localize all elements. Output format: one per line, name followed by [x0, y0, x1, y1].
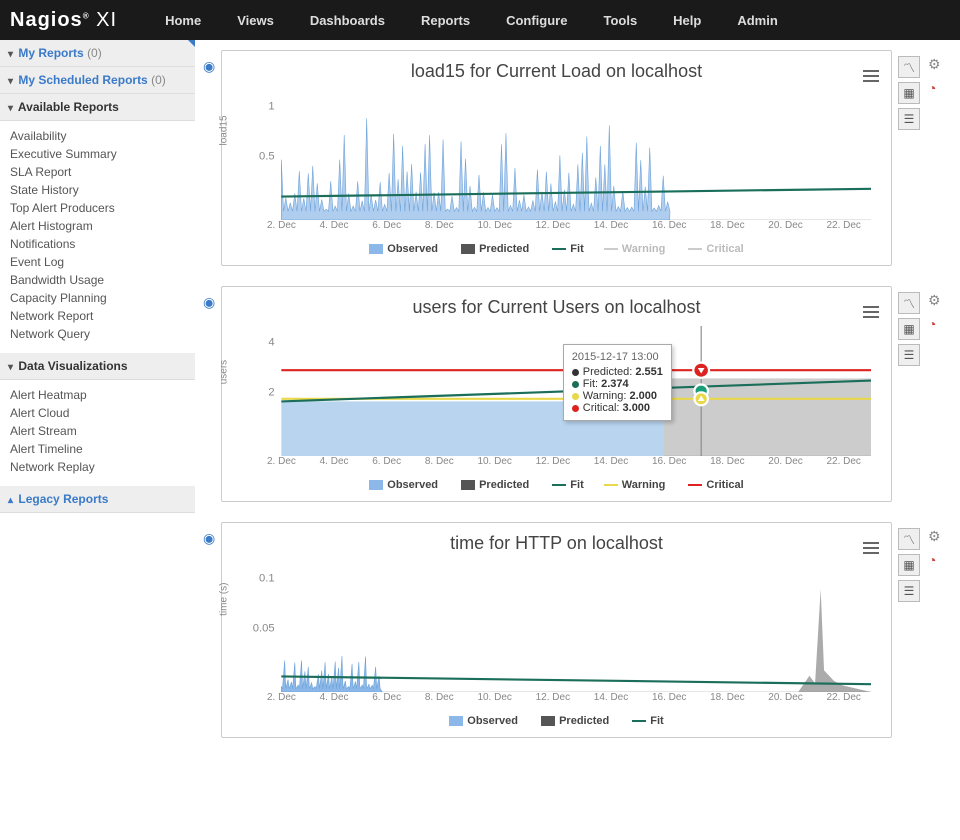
brand-name: Nagios: [10, 9, 83, 31]
chart-title: users for Current Users on localhost: [232, 297, 881, 318]
sidebar-item-alert-stream[interactable]: Alert Stream: [10, 422, 185, 440]
chart-list-icon[interactable]: ☰: [898, 344, 920, 366]
x-axis-ticks: 2. Dec4. Dec6. Dec8. Dec10. Dec12. Dec14…: [267, 220, 861, 231]
chart-type-icon[interactable]: 〽: [898, 56, 920, 78]
chart-type-icon[interactable]: 〽: [898, 528, 920, 550]
sidebar-available-reports[interactable]: ▾ Available Reports: [0, 94, 195, 121]
chart-export-icon[interactable]: ▦: [898, 82, 920, 104]
chart-tooltip: 2015-12-17 13:00 Predicted: 2.551 Fit: 2…: [563, 344, 672, 421]
chart-add-icon[interactable]: ◔: [928, 80, 946, 98]
chart-title: load15 for Current Load on localhost: [232, 61, 881, 82]
chart-list-icon[interactable]: ☰: [898, 580, 920, 602]
chart-side-icons: 〽 ▦ ☰: [892, 286, 924, 502]
sidebar: ▾ My Reports (0) ▾ My Scheduled Reports …: [0, 40, 195, 768]
svg-text:2: 2: [268, 386, 274, 398]
chart-menu-icon[interactable]: [863, 539, 879, 557]
chart-right-tools: ⚙ ◔: [924, 522, 952, 738]
chart-list-icon[interactable]: ☰: [898, 108, 920, 130]
sidebar-item-alert-histogram[interactable]: Alert Histogram: [10, 217, 185, 235]
gear-icon[interactable]: ⚙: [928, 292, 946, 310]
y-axis-label: users: [219, 360, 230, 384]
svg-text:1: 1: [268, 101, 274, 113]
chart-menu-icon[interactable]: [863, 303, 879, 321]
chart-anchor-icon[interactable]: ◉: [203, 294, 215, 310]
logo: Nagios® XI: [10, 9, 117, 32]
dataviz-list: Alert HeatmapAlert CloudAlert StreamAler…: [0, 380, 195, 486]
chart-plot[interactable]: time (s) 0.10.05: [242, 562, 871, 692]
svg-text:4: 4: [268, 337, 274, 349]
available-reports-list: AvailabilityExecutive SummarySLA ReportS…: [0, 121, 195, 353]
nav-admin[interactable]: Admin: [719, 13, 795, 28]
y-axis-label: time (s): [219, 582, 230, 615]
nav-configure[interactable]: Configure: [488, 13, 585, 28]
top-nav: Nagios® XI HomeViewsDashboardsReportsCon…: [0, 0, 960, 40]
chart-export-icon[interactable]: ▦: [898, 318, 920, 340]
sidebar-my-scheduled-reports[interactable]: ▾ My Scheduled Reports (0): [0, 67, 195, 94]
nav-home[interactable]: Home: [147, 13, 219, 28]
chart-side-icons: 〽 ▦ ☰: [892, 522, 924, 738]
sidebar-my-reports[interactable]: ▾ My Reports (0): [0, 40, 195, 67]
sidebar-item-network-replay[interactable]: Network Replay: [10, 458, 185, 476]
sidebar-item-alert-cloud[interactable]: Alert Cloud: [10, 404, 185, 422]
chart-plot[interactable]: load15 10.5: [242, 90, 871, 220]
chart-add-icon[interactable]: ◔: [928, 316, 946, 334]
sidebar-item-top-alert-producers[interactable]: Top Alert Producers: [10, 199, 185, 217]
sidebar-item-notifications[interactable]: Notifications: [10, 235, 185, 253]
y-axis-label: load15: [219, 115, 230, 145]
sidebar-item-capacity-planning[interactable]: Capacity Planning: [10, 289, 185, 307]
chart-type-icon[interactable]: 〽: [898, 292, 920, 314]
chart-right-tools: ⚙ ◔: [924, 286, 952, 502]
sidebar-item-state-history[interactable]: State History: [10, 181, 185, 199]
sidebar-item-event-log[interactable]: Event Log: [10, 253, 185, 271]
gear-icon[interactable]: ⚙: [928, 528, 946, 546]
sidebar-legacy-reports[interactable]: ▴ Legacy Reports: [0, 486, 195, 513]
chart-panel: load15 for Current Load on localhost loa…: [221, 50, 892, 266]
chart-panel: users for Current Users on localhost use…: [221, 286, 892, 502]
chart-export-icon[interactable]: ▦: [898, 554, 920, 576]
chart-anchor-icon[interactable]: ◉: [203, 58, 215, 74]
chart-panel: time for HTTP on localhost time (s) 0.1 0…: [221, 522, 892, 738]
chart-legend: Observed Predicted Fit: [232, 715, 881, 727]
sidebar-item-alert-heatmap[interactable]: Alert Heatmap: [10, 386, 185, 404]
chart-menu-icon[interactable]: [863, 67, 879, 85]
sidebar-item-availability[interactable]: Availability: [10, 127, 185, 145]
gear-icon[interactable]: ⚙: [928, 56, 946, 74]
chart-legend: Observed Predicted FitWarning Critical: [232, 479, 881, 491]
nav-reports[interactable]: Reports: [403, 13, 488, 28]
nav-help[interactable]: Help: [655, 13, 719, 28]
chart-add-icon[interactable]: ◔: [928, 552, 946, 570]
nav-views[interactable]: Views: [219, 13, 292, 28]
x-axis-ticks: 2. Dec4. Dec6. Dec8. Dec10. Dec12. Dec14…: [267, 456, 861, 467]
sidebar-item-executive-summary[interactable]: Executive Summary: [10, 145, 185, 163]
chart-title: time for HTTP on localhost: [232, 533, 881, 554]
svg-text:0.5: 0.5: [259, 150, 275, 162]
chart-plot[interactable]: users 42 2015-12-17 13:00 Predicted: 2.5…: [242, 326, 871, 456]
chart-anchor-icon[interactable]: ◉: [203, 530, 215, 546]
svg-text:0.1: 0.1: [259, 573, 275, 585]
svg-text:0.05: 0.05: [253, 622, 275, 634]
nav-items: HomeViewsDashboardsReportsConfigureTools…: [147, 13, 796, 28]
sidebar-item-alert-timeline[interactable]: Alert Timeline: [10, 440, 185, 458]
sidebar-item-network-report[interactable]: Network Report: [10, 307, 185, 325]
sidebar-item-network-query[interactable]: Network Query: [10, 325, 185, 343]
chart-legend: Observed Predicted FitWarning Critical: [232, 243, 881, 255]
x-axis-ticks: 2. Dec4. Dec6. Dec8. Dec10. Dec12. Dec14…: [267, 692, 861, 703]
sidebar-collapse-tab[interactable]: [188, 40, 195, 47]
main-content: ◉ load15 for Current Load on localhost l…: [195, 40, 960, 768]
chart-side-icons: 〽 ▦ ☰: [892, 50, 924, 266]
nav-tools[interactable]: Tools: [585, 13, 655, 28]
sidebar-data-visualizations[interactable]: ▾ Data Visualizations: [0, 353, 195, 380]
nav-dashboards[interactable]: Dashboards: [292, 13, 403, 28]
sidebar-item-bandwidth-usage[interactable]: Bandwidth Usage: [10, 271, 185, 289]
chart-right-tools: ⚙ ◔: [924, 50, 952, 266]
sidebar-item-sla-report[interactable]: SLA Report: [10, 163, 185, 181]
brand-suffix: XI: [96, 9, 117, 31]
